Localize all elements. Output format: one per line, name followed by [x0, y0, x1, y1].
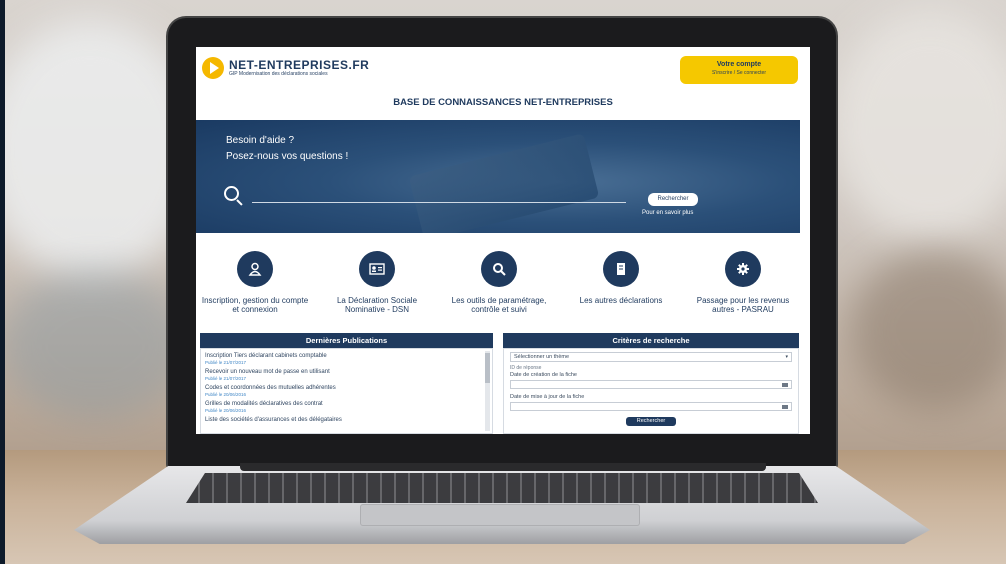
category-dsn[interactable]: La Déclaration Sociale Nominative - DSN	[320, 243, 434, 314]
category-label: Passage pour les revenus autres - PASRAU	[696, 296, 790, 314]
laptop-hinge	[240, 463, 766, 471]
category-account[interactable]: Inscription, gestion du compte et connex…	[198, 243, 312, 314]
play-icon	[202, 57, 224, 79]
publication-title: Liste des sociétés d'assurances et des d…	[205, 417, 342, 423]
list-item[interactable]: Codes et coordonnées des mutuelles adhér…	[205, 385, 480, 397]
id-card-icon	[359, 251, 395, 287]
more-info-link[interactable]: Pour en savoir plus	[642, 210, 693, 216]
category-pasrau[interactable]: Passage pour les revenus autres - PASRAU	[686, 243, 800, 314]
logo-subtitle: GIP Modernisation des déclarations socia…	[229, 70, 328, 77]
page-title: BASE DE CONNAISSANCES NET-ENTREPRISES	[393, 97, 613, 108]
search-icon	[224, 186, 239, 201]
search-button[interactable]: Rechercher	[648, 193, 698, 206]
search-icon	[481, 251, 517, 287]
search-input[interactable]	[252, 202, 626, 203]
category-label: Inscription, gestion du compte et connex…	[201, 296, 309, 314]
criteria-search-button[interactable]: Rechercher	[626, 417, 676, 426]
list-item[interactable]: Recevoir un nouveau mot de passe en util…	[205, 369, 480, 381]
updated-date-field[interactable]	[510, 402, 792, 411]
publication-title: Codes et coordonnées des mutuelles adhér…	[205, 385, 336, 391]
frame-edge	[0, 0, 5, 564]
document-icon	[603, 251, 639, 287]
publications-list: Inscription Tiers déclarant cabinets com…	[200, 348, 493, 434]
publication-title: Recevoir un nouveau mot de passe en util…	[205, 369, 330, 375]
publications-panel: Dernières Publications Inscription Tiers…	[200, 333, 493, 434]
logo-name: NET-ENTREPRISES.FR	[229, 57, 370, 72]
calendar-icon[interactable]	[782, 405, 788, 409]
site-logo[interactable]: NET-ENTREPRISES.FR GIP Modernisation des…	[202, 57, 369, 79]
list-item[interactable]: Grilles de modalités déclaratives des co…	[205, 401, 480, 413]
hero-line-2: Posez-nous vos questions !	[226, 151, 349, 162]
list-item[interactable]: Liste des sociétés d'assurances et des d…	[205, 417, 480, 424]
calendar-icon[interactable]	[782, 383, 788, 387]
account-button[interactable]: Votre compte S'inscrire / Se connecter	[680, 56, 798, 84]
criteria-title: Critères de recherche	[503, 333, 799, 348]
id-field-placeholder[interactable]: ID de réponse	[510, 365, 792, 371]
publication-date: Publié le 20/06/2016	[205, 408, 247, 413]
publication-title: Grilles de modalités déclaratives des co…	[205, 401, 323, 407]
category-label: Les autres déclarations	[579, 296, 663, 305]
updated-date-label: Date de mise à jour de la fiche	[510, 394, 585, 400]
background-window	[830, 10, 1006, 240]
site-header: NET-ENTREPRISES.FR GIP Modernisation des…	[196, 47, 810, 117]
publications-title: Dernières Publications	[200, 333, 493, 348]
publication-title: Inscription Tiers déclarant cabinets com…	[205, 353, 327, 359]
list-item[interactable]: Inscription Tiers déclarant cabinets com…	[205, 353, 480, 365]
category-label: Les outils de paramétrage, contrôle et s…	[451, 296, 547, 314]
publications-scrollbar[interactable]	[485, 351, 490, 431]
background-plant	[0, 270, 190, 420]
category-label: La Déclaration Sociale Nominative - DSN	[336, 296, 418, 314]
laptop-keyboard	[186, 473, 818, 503]
background-shelf	[850, 250, 1006, 410]
laptop-screen: NET-ENTREPRISES.FR GIP Modernisation des…	[196, 47, 810, 434]
account-title: Votre compte	[716, 61, 762, 68]
publication-date: Publié le 21/07/2017	[205, 376, 247, 381]
chevron-down-icon: ▾	[785, 354, 788, 360]
category-other[interactable]: Les autres déclarations	[564, 243, 678, 305]
created-date-label: Date de création de la fiche	[510, 372, 577, 378]
tablet-image	[408, 133, 600, 233]
criteria-form: Sélectionner un thème ▾ ID de réponse Da…	[503, 348, 799, 434]
created-date-field[interactable]	[510, 380, 792, 389]
hero-banner: Besoin d'aide ? Posez-nous vos questions…	[196, 120, 800, 233]
category-row: Inscription, gestion du compte et connex…	[196, 243, 810, 335]
category-tools[interactable]: Les outils de paramétrage, contrôle et s…	[442, 243, 556, 314]
theme-select-value: Sélectionner un thème	[514, 354, 570, 360]
user-icon	[237, 251, 273, 287]
scroll-thumb[interactable]	[485, 353, 490, 383]
criteria-panel: Critères de recherche Sélectionner un th…	[503, 333, 799, 434]
publication-date: Publié le 20/06/2016	[205, 392, 247, 397]
theme-select[interactable]: Sélectionner un thème ▾	[510, 352, 792, 362]
laptop-trackpad	[360, 504, 640, 526]
publication-date: Publié le 21/07/2017	[205, 360, 247, 365]
hero-line-1: Besoin d'aide ?	[226, 135, 295, 146]
gear-icon	[725, 251, 761, 287]
account-subtitle: S'inscrire / Se connecter	[711, 70, 767, 76]
